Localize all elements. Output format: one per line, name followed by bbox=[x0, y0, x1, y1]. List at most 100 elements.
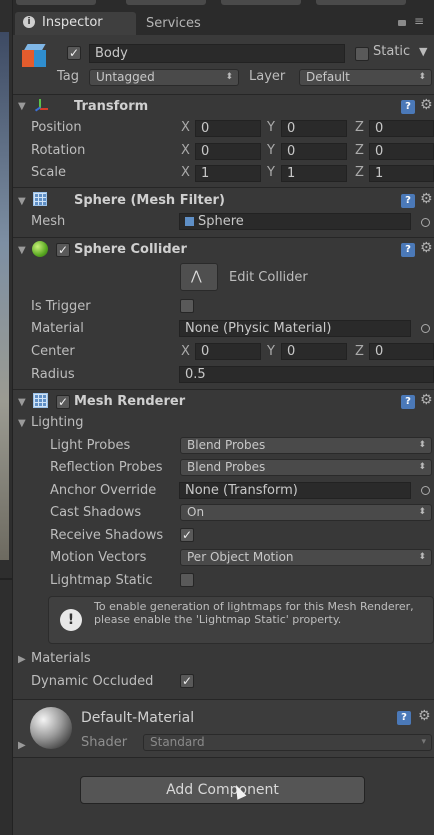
sphere-collider-foldout-arrow[interactable]: ▼ bbox=[18, 245, 26, 256]
mesh-renderer-enabled-checkbox[interactable] bbox=[56, 395, 70, 409]
axis-y-label: Y bbox=[267, 344, 275, 359]
mesh-field[interactable]: Sphere bbox=[179, 213, 411, 230]
sphere-collider-enabled-checkbox[interactable] bbox=[56, 243, 70, 257]
position-x-field[interactable]: 0 bbox=[195, 120, 261, 137]
center-z-field[interactable]: 0 bbox=[369, 343, 434, 360]
object-picker-icon[interactable] bbox=[421, 486, 430, 495]
dynamic-occluded-checkbox[interactable] bbox=[180, 674, 194, 688]
shader-dropdown[interactable]: Standard ▾ bbox=[143, 734, 432, 751]
tab-services[interactable]: Services bbox=[146, 16, 201, 31]
help-icon[interactable]: ? bbox=[401, 243, 415, 257]
material-label: Material bbox=[31, 321, 84, 336]
object-picker-icon[interactable] bbox=[421, 324, 430, 333]
lightmap-static-checkbox[interactable] bbox=[180, 573, 194, 587]
position-z-field[interactable]: 0 bbox=[369, 120, 434, 137]
light-probes-label: Light Probes bbox=[50, 438, 131, 453]
lighting-label: Lighting bbox=[31, 415, 84, 430]
shader-value: Standard bbox=[150, 735, 205, 749]
mesh-filter-title: Sphere (Mesh Filter) bbox=[74, 193, 225, 208]
tag-dropdown[interactable]: Untagged ⬍ bbox=[89, 69, 239, 86]
transform-foldout-arrow[interactable]: ▼ bbox=[18, 101, 26, 112]
axis-y-label: Y bbox=[267, 143, 275, 158]
mesh-renderer-foldout-arrow[interactable]: ▼ bbox=[18, 397, 26, 408]
center-y-field[interactable]: 0 bbox=[281, 343, 347, 360]
static-dropdown-arrow[interactable]: ▼ bbox=[419, 45, 427, 58]
gear-icon[interactable]: ⚙ bbox=[420, 191, 433, 207]
active-checkbox[interactable] bbox=[67, 46, 81, 60]
transform-icon bbox=[33, 98, 49, 114]
reflection-probes-dropdown[interactable]: Blend Probes ⬍ bbox=[180, 459, 432, 476]
scene-view-edge bbox=[0, 32, 9, 560]
static-checkbox[interactable] bbox=[355, 47, 369, 61]
light-probes-dropdown[interactable]: Blend Probes ⬍ bbox=[180, 437, 432, 454]
layer-value: Default bbox=[306, 70, 350, 84]
rotation-label: Rotation bbox=[31, 143, 86, 158]
scale-label: Scale bbox=[31, 165, 66, 180]
gear-icon[interactable]: ⚙ bbox=[420, 240, 433, 256]
anchor-override-field[interactable]: None (Transform) bbox=[179, 482, 411, 499]
axis-z-label: Z bbox=[355, 120, 364, 135]
tab-menu-icon[interactable]: ≡ bbox=[414, 14, 424, 28]
scale-x-field[interactable]: 1 bbox=[195, 165, 261, 182]
rotation-x-field[interactable]: 0 bbox=[195, 143, 261, 160]
left-scene-strip bbox=[0, 0, 12, 835]
center-x-field[interactable]: 0 bbox=[195, 343, 261, 360]
axis-z-label: Z bbox=[355, 143, 364, 158]
reflection-probes-label: Reflection Probes bbox=[50, 460, 163, 475]
static-label: Static bbox=[373, 44, 411, 59]
help-icon[interactable]: ? bbox=[397, 711, 411, 725]
anchor-override-label: Anchor Override bbox=[50, 483, 157, 498]
axis-z-label: Z bbox=[355, 344, 364, 359]
edit-collider-button[interactable]: ⋀ bbox=[180, 263, 218, 291]
mesh-renderer-title: Mesh Renderer bbox=[74, 394, 186, 409]
position-y-field[interactable]: 0 bbox=[281, 120, 347, 137]
gear-icon[interactable]: ⚙ bbox=[418, 708, 431, 724]
tab-inspector-label: Inspector bbox=[42, 15, 103, 30]
divider bbox=[13, 187, 434, 188]
axis-z-label: Z bbox=[355, 165, 364, 180]
divider bbox=[13, 94, 434, 95]
axis-x-label: X bbox=[181, 120, 190, 135]
help-icon[interactable]: ? bbox=[401, 100, 415, 114]
rotation-y-field[interactable]: 0 bbox=[281, 143, 347, 160]
cast-shadows-value: On bbox=[187, 505, 205, 519]
gear-icon[interactable]: ⚙ bbox=[420, 392, 433, 408]
physic-material-field[interactable]: None (Physic Material) bbox=[179, 320, 411, 337]
transform-title: Transform bbox=[74, 99, 149, 114]
mesh-filter-foldout-arrow[interactable]: ▼ bbox=[18, 196, 26, 207]
lighting-foldout-arrow[interactable]: ▼ bbox=[18, 418, 26, 429]
material-foldout-arrow[interactable]: ▶ bbox=[18, 740, 26, 751]
rotation-z-field[interactable]: 0 bbox=[369, 143, 434, 160]
material-preview-sphere bbox=[30, 707, 72, 749]
help-icon[interactable]: ? bbox=[401, 395, 415, 409]
radius-field[interactable]: 0.5 bbox=[179, 366, 434, 383]
help-icon[interactable]: ? bbox=[401, 194, 415, 208]
add-component-label: Add Component bbox=[166, 782, 279, 798]
radius-label: Radius bbox=[31, 367, 75, 382]
add-component-button[interactable]: Add Component bbox=[80, 776, 365, 804]
cast-shadows-dropdown[interactable]: On ⬍ bbox=[180, 504, 432, 521]
scale-y-field[interactable]: 1 bbox=[281, 165, 347, 182]
axis-x-label: X bbox=[181, 344, 190, 359]
is-trigger-checkbox[interactable] bbox=[180, 299, 194, 313]
lock-icon[interactable] bbox=[398, 20, 406, 26]
axis-x-label: X bbox=[181, 165, 190, 180]
scale-z-field[interactable]: 1 bbox=[369, 165, 434, 182]
layer-dropdown[interactable]: Default ⬍ bbox=[299, 69, 432, 86]
tab-inspector[interactable]: i Inspector bbox=[15, 12, 136, 35]
center-label: Center bbox=[31, 344, 75, 359]
materials-foldout-arrow[interactable]: ▶ bbox=[18, 654, 26, 665]
tag-value: Untagged bbox=[96, 70, 155, 84]
materials-label: Materials bbox=[31, 651, 91, 666]
object-name-field[interactable]: Body bbox=[89, 44, 345, 63]
axis-y-label: Y bbox=[267, 120, 275, 135]
motion-vectors-dropdown[interactable]: Per Object Motion ⬍ bbox=[180, 549, 432, 566]
receive-shadows-checkbox[interactable] bbox=[180, 528, 194, 542]
info-message: To enable generation of lightmaps for th… bbox=[94, 600, 414, 626]
divider bbox=[13, 757, 434, 758]
gear-icon[interactable]: ⚙ bbox=[420, 97, 433, 113]
object-picker-icon[interactable] bbox=[421, 218, 430, 227]
motion-vectors-value: Per Object Motion bbox=[187, 550, 294, 564]
shader-label: Shader bbox=[81, 735, 128, 750]
edit-collider-label: Edit Collider bbox=[229, 270, 308, 285]
